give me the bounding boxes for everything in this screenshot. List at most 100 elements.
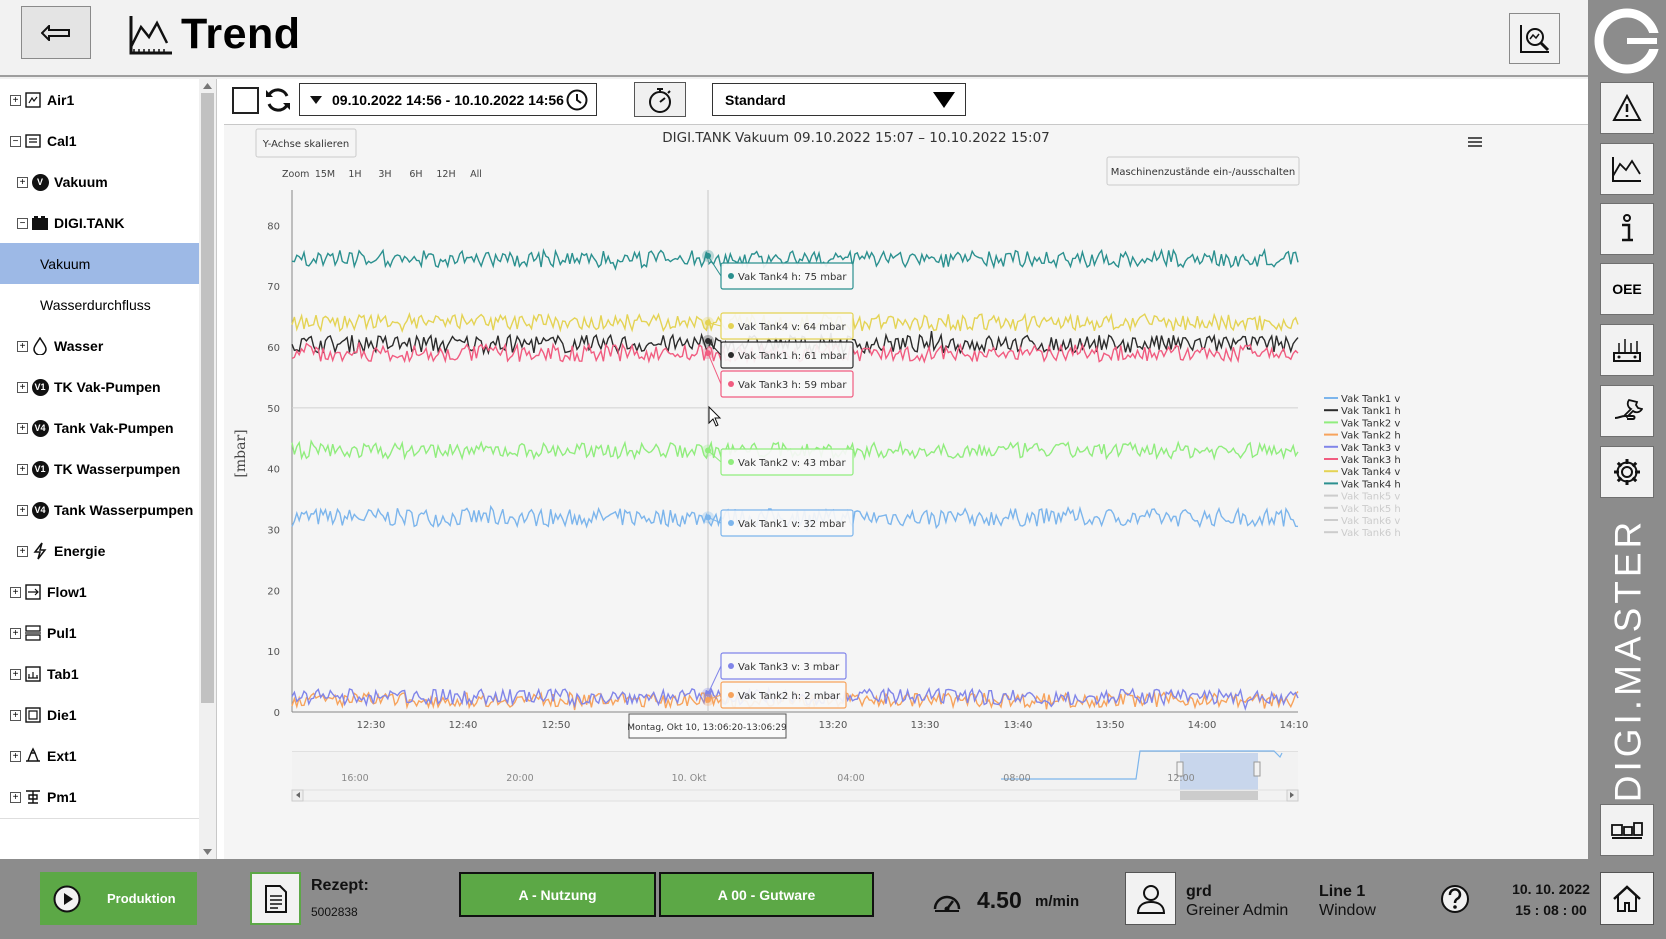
home-button[interactable] bbox=[1600, 872, 1654, 925]
expand-icon[interactable]: + bbox=[10, 668, 21, 680]
y-axis-scale-label: Y-Achse skalieren bbox=[262, 139, 349, 150]
collapse-icon[interactable]: − bbox=[17, 217, 28, 229]
info-button[interactable] bbox=[1600, 203, 1654, 255]
user-button[interactable] bbox=[1125, 872, 1176, 925]
tree-item-label: Vakuum bbox=[54, 174, 108, 190]
badge-v4-icon: V4 bbox=[31, 419, 49, 437]
navigator-scrollbar-thumb[interactable] bbox=[1180, 791, 1258, 800]
expand-icon[interactable]: + bbox=[17, 176, 28, 188]
legend-label: Vak Tank4 v bbox=[1341, 467, 1400, 478]
tree-item-tank-wasserpumpen[interactable]: + V4 Tank Wasserpumpen bbox=[0, 489, 199, 532]
tree-item-tk-wasserpumpen[interactable]: + V1 TK Wasserpumpen bbox=[0, 448, 199, 491]
warning-triangle-icon bbox=[1612, 94, 1642, 121]
tree-item-air1[interactable]: + Air1 bbox=[0, 79, 199, 122]
expand-icon[interactable]: + bbox=[17, 422, 28, 434]
expand-icon[interactable]: + bbox=[10, 709, 21, 721]
tree-item-flow1[interactable]: + Flow1 bbox=[0, 571, 199, 614]
line-overview-button[interactable] bbox=[1600, 804, 1654, 856]
legend-item-vak-tank5-v[interactable]: Vak Tank5 v bbox=[1324, 492, 1400, 503]
tree-item-tab1[interactable]: + Tab1 bbox=[0, 653, 199, 696]
machine-state-box[interactable]: A - Nutzung bbox=[459, 872, 656, 917]
sidebar-scrollbar[interactable] bbox=[199, 79, 216, 859]
scroll-down-icon[interactable] bbox=[203, 849, 212, 855]
tree-item-wasser[interactable]: + Wasser bbox=[0, 325, 199, 368]
zoom-option-3h[interactable]: 3H bbox=[378, 169, 391, 180]
tree-item-vakuum[interactable]: + V Vakuum bbox=[0, 161, 199, 204]
tree-item-energie[interactable]: + Energie bbox=[0, 530, 199, 573]
tree-item-tk-vak-pumpen[interactable]: + V1 TK Vak-Pumpen bbox=[0, 366, 199, 409]
tree-item-pul1[interactable]: + Pul1 bbox=[0, 612, 199, 655]
navigator-handle-right[interactable] bbox=[1253, 761, 1261, 777]
current-date: 10. 10. 2022 bbox=[1512, 881, 1590, 897]
legend-item-vak-tank6-v[interactable]: Vak Tank6 v bbox=[1324, 516, 1400, 527]
tree-item-tank-vak-pumpen[interactable]: + V4 Tank Vak-Pumpen bbox=[0, 407, 199, 450]
time-shift-button[interactable] bbox=[634, 82, 686, 117]
expand-icon[interactable]: + bbox=[10, 94, 21, 106]
chart-search-button[interactable] bbox=[1509, 13, 1560, 64]
quality-state-box[interactable]: A 00 - Gutware bbox=[659, 872, 874, 917]
tree-item-label: Ext1 bbox=[47, 748, 77, 764]
expand-icon[interactable]: + bbox=[10, 750, 21, 762]
alarm-button[interactable] bbox=[1600, 82, 1654, 134]
y-axis-scale-button[interactable]: Y-Achse skalieren bbox=[255, 128, 357, 158]
legend-item-vak-tank2-h[interactable]: Vak Tank2 h bbox=[1324, 431, 1401, 442]
expand-icon[interactable]: + bbox=[17, 381, 28, 393]
service-button[interactable] bbox=[1600, 385, 1654, 437]
production-button[interactable]: Produktion bbox=[40, 872, 197, 925]
scroll-up-icon[interactable] bbox=[203, 83, 212, 89]
tree-item-pm1[interactable]: + Pm1 bbox=[0, 776, 199, 819]
stopwatch-icon bbox=[649, 87, 671, 113]
legend-item-vak-tank3-v[interactable]: Vak Tank3 v bbox=[1324, 443, 1400, 454]
trend-nav-button[interactable] bbox=[1600, 143, 1654, 195]
legend-label: Vak Tank6 h bbox=[1341, 528, 1401, 539]
expand-icon[interactable]: + bbox=[17, 504, 28, 516]
legend-item-vak-tank6-h[interactable]: Vak Tank6 h bbox=[1324, 528, 1401, 539]
zoom-option-6h[interactable]: 6H bbox=[409, 169, 422, 180]
recipe-button[interactable] bbox=[250, 872, 301, 925]
tree-item-vakuum[interactable]: Vakuum bbox=[0, 243, 199, 286]
legend-item-vak-tank1-v[interactable]: Vak Tank1 v bbox=[1324, 394, 1400, 405]
chevron-down-icon bbox=[310, 95, 322, 104]
zoom-option-all[interactable]: All bbox=[470, 169, 482, 180]
sidebar-scroll-thumb[interactable] bbox=[201, 93, 214, 703]
oee-button[interactable]: OEE bbox=[1600, 263, 1654, 315]
legend-item-vak-tank4-h[interactable]: Vak Tank4 h bbox=[1324, 479, 1401, 490]
zoom-option-12h[interactable]: 12H bbox=[436, 169, 455, 180]
machine-states-toggle-button[interactable]: Maschinenzustände ein-/ausschalten bbox=[1106, 156, 1300, 186]
zoom-option-15m[interactable]: 15M bbox=[315, 169, 335, 180]
machine-overview-button[interactable] bbox=[1600, 324, 1654, 376]
tooltip-text: Vak Tank3 h: 59 mbar bbox=[738, 380, 847, 391]
back-button[interactable] bbox=[21, 6, 91, 59]
legend-item-vak-tank1-h[interactable]: Vak Tank1 h bbox=[1324, 406, 1401, 417]
help-icon[interactable] bbox=[1440, 884, 1470, 914]
legend-item-vak-tank4-v[interactable]: Vak Tank4 v bbox=[1324, 467, 1400, 478]
view-select[interactable]: Standard bbox=[712, 83, 966, 116]
tree-item-digi-tank[interactable]: − DIGI.TANK bbox=[0, 202, 199, 245]
date-range-picker[interactable]: 09.10.2022 14:56 - 10.10.2022 14:56 bbox=[299, 83, 597, 116]
tree-item-cal1[interactable]: − Cal1 bbox=[0, 120, 199, 163]
expand-icon[interactable]: + bbox=[17, 463, 28, 475]
legend-item-vak-tank5-h[interactable]: Vak Tank5 h bbox=[1324, 504, 1401, 515]
tree-item-label: Pm1 bbox=[47, 789, 77, 805]
die-icon bbox=[24, 706, 42, 724]
tree-item-ext1[interactable]: + Ext1 bbox=[0, 735, 199, 778]
legend-item-vak-tank3-h[interactable]: Vak Tank3 h bbox=[1324, 455, 1401, 466]
settings-button[interactable] bbox=[1600, 446, 1654, 498]
expand-icon[interactable]: + bbox=[10, 586, 21, 598]
tree-item-wasserdurchfluss[interactable]: Wasserdurchfluss bbox=[0, 284, 199, 327]
expand-icon[interactable]: + bbox=[10, 791, 21, 803]
expand-icon[interactable]: + bbox=[10, 627, 21, 639]
expand-icon[interactable]: + bbox=[17, 340, 28, 352]
collapse-icon[interactable]: − bbox=[10, 135, 21, 147]
trend-chart[interactable]: Y-Achse skalieren Maschinenzustände ein-/… bbox=[224, 125, 1588, 860]
tree-item-label: TK Wasserpumpen bbox=[54, 461, 181, 477]
x-tick-label: 12:50 bbox=[542, 720, 571, 731]
zoom-option-1h[interactable]: 1H bbox=[348, 169, 361, 180]
navigator-scrollbar[interactable] bbox=[291, 789, 1299, 802]
auto-refresh-checkbox[interactable] bbox=[232, 87, 259, 114]
chart-menu-icon[interactable] bbox=[1468, 137, 1482, 147]
expand-icon[interactable]: + bbox=[17, 545, 28, 557]
refresh-icon[interactable] bbox=[264, 86, 292, 114]
legend-item-vak-tank2-v[interactable]: Vak Tank2 v bbox=[1324, 418, 1400, 429]
tree-item-die1[interactable]: + Die1 bbox=[0, 694, 199, 737]
